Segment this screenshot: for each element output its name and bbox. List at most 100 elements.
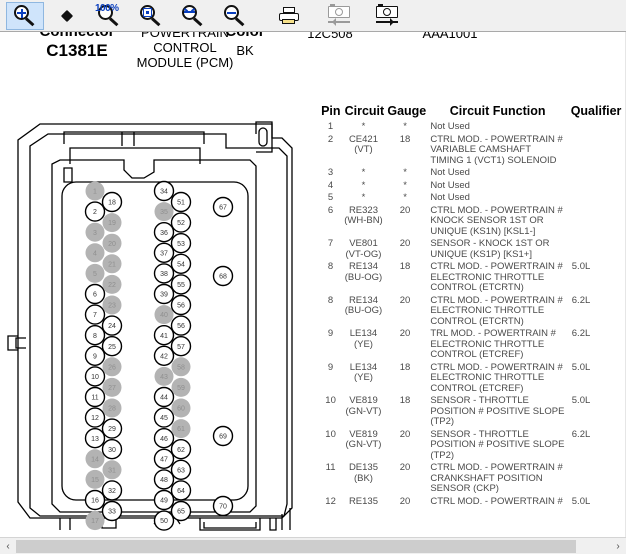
table-row[interactable]: 4 * * Not Used: [318, 180, 624, 192]
pin-43[interactable]: 43: [154, 366, 174, 386]
scroll-track[interactable]: [16, 539, 610, 553]
table-row[interactable]: 2 CE421 (VT) 18 CTRL MOD. - POWERTRAIN # VARI…: [318, 134, 624, 167]
pin-8[interactable]: 8: [84, 324, 106, 346]
pin-23[interactable]: 23: [102, 295, 122, 315]
pin-6[interactable]: 6: [84, 283, 106, 305]
pin-54[interactable]: 54: [170, 253, 192, 275]
pin-14[interactable]: 14: [85, 449, 105, 469]
pin-70[interactable]: 70: [212, 495, 234, 517]
pin-18[interactable]: 18: [101, 191, 123, 213]
pin-67[interactable]: 67: [212, 196, 234, 218]
pin-33[interactable]: 33: [101, 500, 123, 522]
table-row[interactable]: 8 RE134 (BU-OG) 20 CTRL MOD. - POWERTRAIN # E…: [318, 295, 624, 328]
pin-61[interactable]: 61: [171, 419, 191, 439]
connector-diagram[interactable]: 1 2 3 4 5 6 7 8 9 10 11 12 13 14 15 16 17 18 19 20 21 22 23 24 2…: [4, 104, 310, 532]
pin-57[interactable]: 57: [170, 335, 192, 357]
zoom-out-button[interactable]: [216, 2, 254, 30]
pin-34[interactable]: 34: [153, 180, 175, 202]
pin-31[interactable]: 31: [102, 460, 122, 480]
table-row[interactable]: 10 VE819 (GN-VT) 20 SENSOR - THROTTLE POSITIO…: [318, 429, 624, 462]
pin-26[interactable]: 26: [102, 357, 122, 377]
pin-56[interactable]: 56: [170, 294, 192, 316]
table-row[interactable]: 11 DE135 (BK) 20 CTRL MOD. - POWERTRAIN # CRA…: [318, 462, 624, 495]
pin-10[interactable]: 10: [84, 366, 106, 387]
pin-29[interactable]: 29: [101, 418, 123, 439]
table-row[interactable]: 5 * * Not Used: [318, 192, 624, 204]
pin-48[interactable]: 48: [153, 469, 175, 490]
pan-button[interactable]: [48, 2, 86, 30]
pin-63[interactable]: 63: [170, 459, 192, 480]
table-row[interactable]: 6 RE323 (WH-BN) 20 CTRL MOD. - POWERTRAIN # K…: [318, 205, 624, 238]
pin-20[interactable]: 20: [102, 233, 122, 253]
pin-58[interactable]: 58: [171, 357, 191, 377]
table-row[interactable]: 7 VE801 (VT-OG) 20 SENSOR - KNOCK 1ST OR UNIQ…: [318, 238, 624, 260]
table-row[interactable]: 9 LE134 (YE) 20 TRL MOD. - POWERTRAIN # ELECT…: [318, 328, 624, 361]
horizontal-scrollbar[interactable]: ‹ ›: [0, 537, 626, 554]
pin-38[interactable]: 38: [153, 263, 175, 284]
print-button[interactable]: [270, 2, 308, 30]
pin-24[interactable]: 24: [101, 315, 123, 336]
snapshot-forward-button[interactable]: [366, 2, 410, 30]
pin-table[interactable]: Pin Circuit Gauge Circuit Function Quali…: [318, 104, 624, 530]
table-row[interactable]: 8 RE134 (BU-OG) 18 CTRL MOD. - POWERTRAIN # E…: [318, 261, 624, 294]
pin-9[interactable]: 9: [84, 345, 106, 367]
pin-22[interactable]: 22: [102, 274, 122, 294]
pin-37[interactable]: 37: [153, 242, 175, 264]
pin-39[interactable]: 39: [153, 283, 175, 305]
scroll-thumb[interactable]: [16, 539, 576, 553]
table-row[interactable]: 10 VE819 (GN-VT) 18 SENSOR - THROTTLE POSITIO…: [318, 395, 624, 428]
pin-51[interactable]: 51: [170, 191, 192, 213]
pin-47[interactable]: 47: [153, 448, 175, 469]
snapshot-back-button[interactable]: [318, 2, 362, 30]
pin-12[interactable]: 12: [84, 407, 106, 428]
pin-49[interactable]: 49: [153, 489, 175, 511]
pin-56b[interactable]: 56: [170, 315, 192, 336]
table-row[interactable]: 9 LE134 (YE) 18 CTRL MOD. - POWERTRAIN # ELEC…: [318, 362, 624, 395]
pin-59[interactable]: 59: [171, 377, 191, 397]
table-row[interactable]: 3 * * Not Used: [318, 167, 624, 179]
zoom-in-button[interactable]: [6, 2, 44, 30]
pin-52[interactable]: 52: [170, 212, 192, 233]
pin-19[interactable]: 19: [102, 213, 122, 233]
pin-41[interactable]: 41: [153, 324, 175, 346]
zoom-fit-page-button[interactable]: [132, 2, 170, 30]
pin-69[interactable]: 69: [212, 425, 234, 447]
pin-15[interactable]: 15: [85, 469, 105, 489]
pin-2[interactable]: 2: [84, 201, 106, 222]
table-row[interactable]: 1 * * Not Used: [318, 121, 624, 133]
pin-45[interactable]: 45: [153, 407, 175, 428]
pin-42[interactable]: 42: [153, 345, 175, 367]
pin-3[interactable]: 3: [85, 222, 105, 242]
pin-21[interactable]: 21: [102, 254, 122, 274]
pin-50[interactable]: 50: [153, 510, 175, 531]
zoom-fit-width-button[interactable]: [174, 2, 212, 30]
scroll-left-button[interactable]: ‹: [0, 538, 16, 554]
pin-5[interactable]: 5: [85, 263, 105, 283]
zoom-100-button[interactable]: 100%: [90, 2, 128, 30]
pin-46[interactable]: 46: [153, 428, 175, 449]
pin-16[interactable]: 16: [84, 489, 106, 511]
pin-17[interactable]: 17: [85, 511, 105, 531]
pin-1[interactable]: 1: [85, 181, 105, 201]
pin-13[interactable]: 13: [84, 428, 106, 449]
pin-32[interactable]: 32: [101, 480, 123, 501]
pin-4[interactable]: 4: [85, 243, 105, 263]
pin-40[interactable]: 40: [154, 305, 174, 325]
pin-68[interactable]: 68: [212, 265, 234, 287]
pin-64[interactable]: 64: [170, 480, 192, 501]
pin-44[interactable]: 44: [153, 386, 175, 408]
pin-62[interactable]: 62: [170, 439, 192, 460]
pin-7[interactable]: 7: [84, 304, 106, 325]
pin-55[interactable]: 55: [170, 274, 192, 295]
scroll-right-button[interactable]: ›: [610, 538, 626, 554]
pin-60[interactable]: 60: [171, 398, 191, 418]
pin-30[interactable]: 30: [101, 439, 123, 460]
pin-35[interactable]: 35: [154, 202, 174, 222]
pin-28[interactable]: 28: [102, 398, 122, 418]
pin-27[interactable]: 27: [102, 377, 122, 397]
pin-36[interactable]: 36: [153, 221, 175, 243]
pin-25[interactable]: 25: [101, 335, 123, 357]
table-row[interactable]: 12 RE135 20 CTRL MOD. - POWERTRAIN # 5.0L: [318, 496, 624, 508]
pin-11[interactable]: 11: [84, 386, 106, 408]
pin-53[interactable]: 53: [170, 232, 192, 254]
